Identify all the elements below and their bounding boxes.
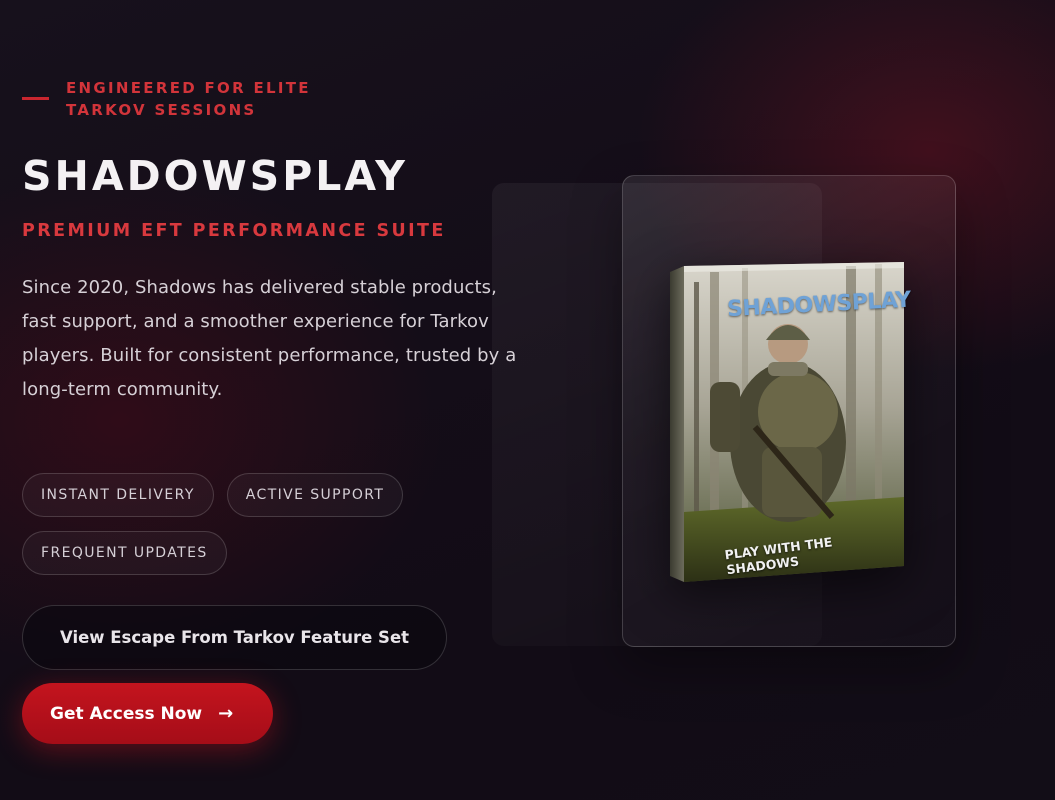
get-access-label: Get Access Now: [50, 703, 203, 724]
get-access-button[interactable]: Get Access Now →: [22, 683, 273, 744]
eyebrow-text: ENGINEERED FOR ELITE TARKOV SESSIONS: [66, 79, 311, 119]
arrow-right-icon: →: [218, 703, 234, 724]
tag-instant-delivery: INSTANT DELIVERY: [22, 473, 214, 517]
hero-description: Since 2020, Shadows has delivered stable…: [22, 277, 517, 400]
tag-frequent-updates: FREQUENT UPDATES: [22, 531, 227, 575]
eyebrow: ENGINEERED FOR ELITE TARKOV SESSIONS: [22, 77, 326, 121]
feature-tags: INSTANT DELIVERY ACTIVE SUPPORT FREQUENT…: [22, 473, 462, 575]
eyebrow-accent-line: [22, 97, 49, 100]
hero-subtitle: PREMIUM EFT PERFORMANCE SUITE: [22, 221, 446, 241]
view-feature-set-button[interactable]: View Escape From Tarkov Feature Set: [22, 605, 447, 670]
view-feature-set-label: View Escape From Tarkov Feature Set: [59, 628, 410, 647]
hero-title: SHADOWSPLAY: [22, 152, 408, 200]
tag-active-support: ACTIVE SUPPORT: [226, 473, 404, 517]
